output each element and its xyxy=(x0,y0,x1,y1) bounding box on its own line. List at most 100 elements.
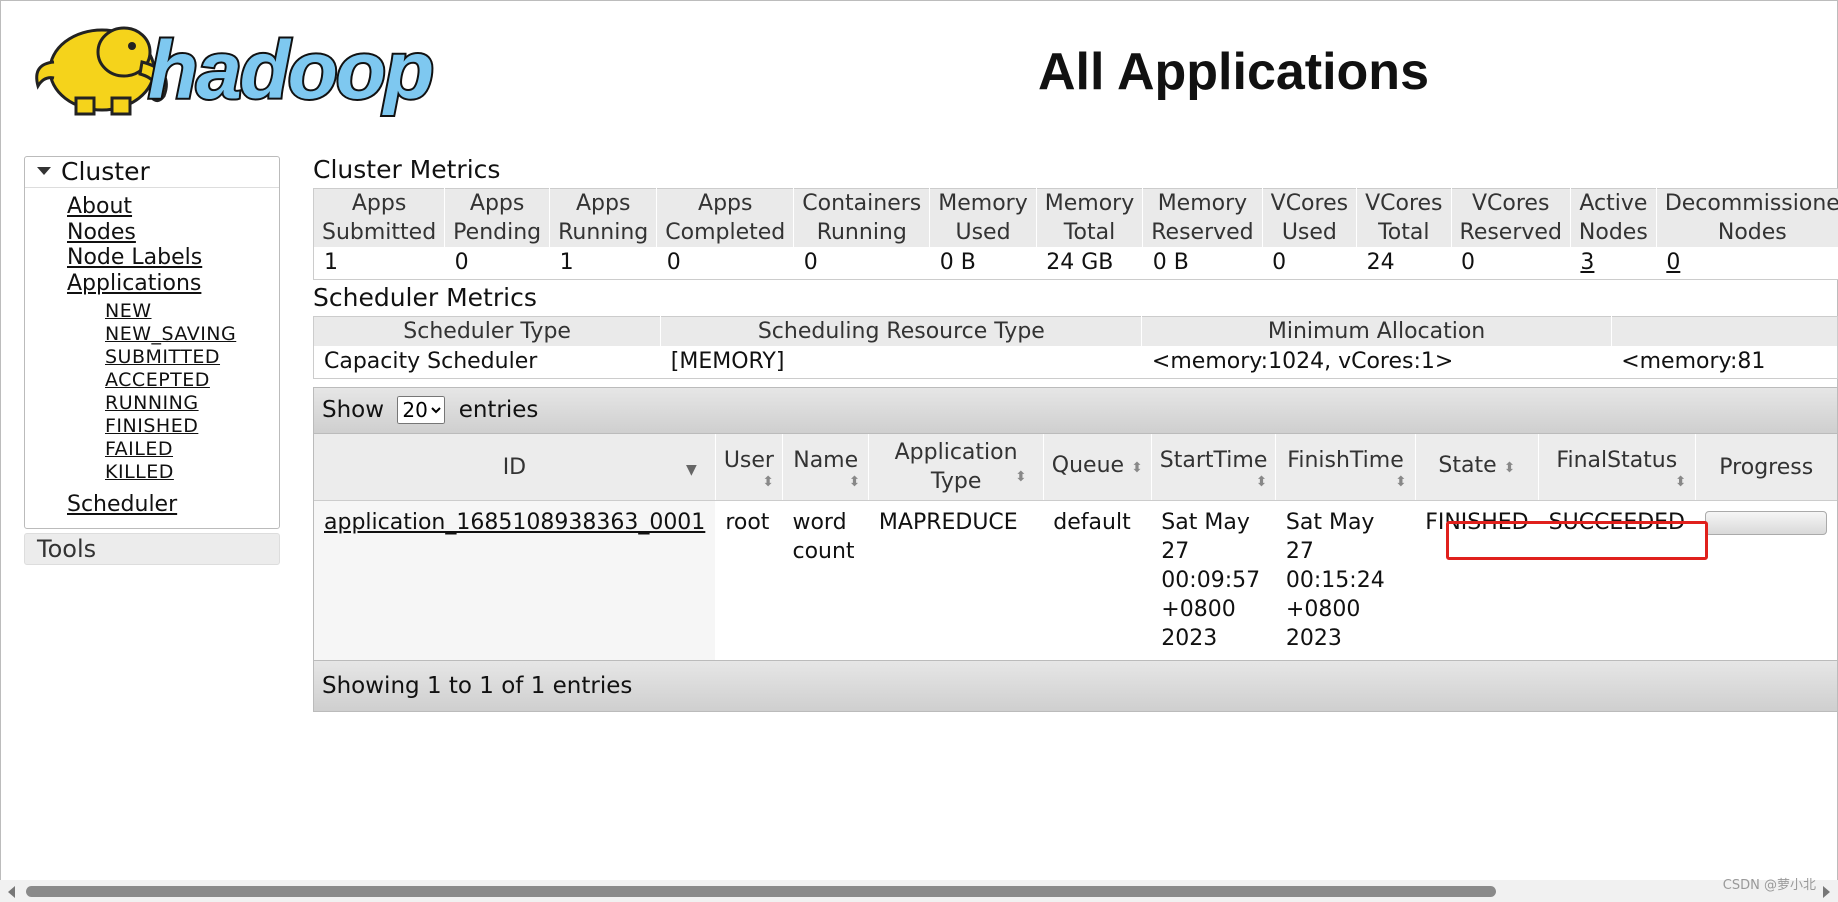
scheduler-header: Minimum Allocation xyxy=(1141,316,1612,346)
metric-vcores-used: 0 xyxy=(1262,247,1357,280)
scheduler-header xyxy=(1611,316,1838,346)
hadoop-wordmark: hadoop xyxy=(148,25,432,116)
minimum-allocation: <memory:1024, vCores:1> xyxy=(1141,346,1612,379)
metric-header: VCores Reserved xyxy=(1451,188,1571,247)
hadoop-logo: hadoop xyxy=(24,12,476,124)
metric-containers-running: 0 xyxy=(793,247,930,280)
sidebar-item-scheduler[interactable]: Scheduler xyxy=(67,492,177,517)
metric-header: Active Nodes xyxy=(1570,188,1657,247)
app-type: MAPREDUCE xyxy=(868,500,1044,660)
application-id-link[interactable]: application_1685108938363_0001 xyxy=(324,510,705,535)
sidebar-item-about[interactable]: About xyxy=(67,194,132,219)
scheduling-resource-type: [MEMORY] xyxy=(660,346,1142,379)
tools-label: Tools xyxy=(37,534,97,563)
app-start-time: Sat May 27 00:09:57 +0800 2023 xyxy=(1151,500,1276,660)
sort-icon: ⬍ xyxy=(848,473,861,490)
metric-vcores-total: 24 xyxy=(1356,247,1452,280)
metric-header: VCores Total xyxy=(1356,188,1452,247)
cluster-nav: Cluster About Nodes Node Labels Applicat… xyxy=(24,156,280,529)
scheduler-header: Scheduler Type xyxy=(313,316,662,346)
highlight-box xyxy=(1446,521,1708,560)
main-content: Cluster Metrics Apps Submitted Apps Pendin… xyxy=(313,152,1838,712)
sort-icon: ⬍ xyxy=(1255,473,1268,490)
decommissioned-nodes-link[interactable]: 0 xyxy=(1666,250,1680,275)
column-header-user[interactable]: User ⬍ xyxy=(715,434,783,501)
horizontal-scrollbar[interactable] xyxy=(0,880,1838,902)
scheduler-type: Capacity Scheduler xyxy=(313,346,661,379)
sort-icon: ⬍ xyxy=(1015,469,1027,485)
column-header-finalstatus[interactable]: FinalStatus ⬍ xyxy=(1538,434,1696,501)
column-header-state[interactable]: State ⬍ xyxy=(1415,434,1540,501)
apps-toolbar: Show 20 entries xyxy=(314,388,1837,434)
column-header-application-type[interactable]: Application Type ⬍ xyxy=(868,434,1044,501)
progress-bar xyxy=(1705,511,1827,535)
maximum-allocation: <memory:81 xyxy=(1611,346,1838,379)
scheduler-metrics-title: Scheduler Metrics xyxy=(313,283,537,312)
app-finish-time: Sat May 27 00:15:24 +0800 2023 xyxy=(1275,500,1416,660)
cluster-metrics-title: Cluster Metrics xyxy=(313,155,501,184)
cluster-toggle[interactable]: Cluster xyxy=(25,157,279,188)
metric-apps-running: 1 xyxy=(549,247,657,280)
sidebar-item-nodes[interactable]: Nodes xyxy=(67,220,136,245)
cluster-label: Cluster xyxy=(61,157,150,186)
metric-header: Memory Total xyxy=(1036,188,1144,247)
column-header-queue[interactable]: Queue ⬍ xyxy=(1043,434,1152,501)
show-label: Show xyxy=(322,397,385,423)
metric-vcores-reserved: 0 xyxy=(1451,247,1571,280)
cluster-metrics-table: Apps Submitted Apps Pending Apps Running Ap… xyxy=(313,188,1838,280)
metric-header: VCores Used xyxy=(1262,188,1358,247)
page-title: All Applications xyxy=(1038,43,1429,101)
sort-icon: ⬍ xyxy=(1674,473,1687,490)
metric-apps-submitted: 1 xyxy=(313,247,445,280)
sidebar-state-new-saving[interactable]: NEW_SAVING xyxy=(105,323,236,345)
column-header-name[interactable]: Name ⬍ xyxy=(782,434,870,501)
metric-header: Apps Pending xyxy=(444,188,551,247)
collapse-triangle-icon xyxy=(37,167,51,175)
scheduler-metrics-table: Scheduler Type Scheduling Resource Type … xyxy=(313,316,1838,379)
metric-header: Apps Completed xyxy=(656,188,795,247)
column-header-starttime[interactable]: StartTime ⬍ xyxy=(1151,434,1277,501)
metric-memory-total: 24 GB xyxy=(1036,247,1143,280)
sidebar-state-running[interactable]: RUNNING xyxy=(105,392,199,414)
sort-icon: ⬍ xyxy=(762,473,774,490)
scroll-right-icon[interactable] xyxy=(1823,886,1830,898)
metric-header: Decommissione Nodes xyxy=(1656,188,1838,247)
active-nodes-link[interactable]: 3 xyxy=(1580,250,1594,275)
sidebar-item-applications[interactable]: Applications xyxy=(67,271,201,296)
metric-header: Memory Used xyxy=(929,188,1037,247)
sidebar-state-submitted[interactable]: SUBMITTED xyxy=(105,346,220,368)
metric-apps-pending: 0 xyxy=(444,247,550,280)
cluster-links: About Nodes Node Labels Applications NEW… xyxy=(25,188,279,528)
watermark: CSDN @萝小北 xyxy=(1722,878,1816,893)
column-header-id[interactable]: ID ▼ xyxy=(314,434,716,501)
metric-header: Apps Submitted xyxy=(313,188,446,247)
app-queue: default xyxy=(1043,500,1152,660)
sidebar: Cluster About Nodes Node Labels Applicat… xyxy=(24,156,280,565)
scroll-left-icon[interactable] xyxy=(8,886,15,898)
metric-memory-used: 0 B xyxy=(929,247,1037,280)
sidebar-state-new[interactable]: NEW xyxy=(105,300,152,322)
app-state-links: NEW NEW_SAVING SUBMITTED ACCEPTED RUNNIN… xyxy=(67,300,279,484)
metric-header: Memory Reserved xyxy=(1142,188,1263,247)
metric-header: Apps Running xyxy=(549,188,658,247)
sidebar-state-failed[interactable]: FAILED xyxy=(105,438,173,460)
app-user: root xyxy=(715,500,783,660)
sidebar-state-accepted[interactable]: ACCEPTED xyxy=(105,369,210,391)
sort-icon: ⬍ xyxy=(1394,473,1407,490)
column-header-progress[interactable]: Progress xyxy=(1695,434,1837,501)
entries-label: entries xyxy=(458,397,539,423)
tools-toggle[interactable]: Tools xyxy=(24,532,280,565)
scrollbar-thumb[interactable] xyxy=(26,886,1496,897)
app-name: word count xyxy=(782,500,869,660)
metric-memory-reserved: 0 B xyxy=(1142,247,1263,280)
column-header-finishtime[interactable]: FinishTime ⬍ xyxy=(1275,434,1416,501)
table-info: Showing 1 to 1 of 1 entries xyxy=(314,660,1837,711)
page-size-select[interactable]: 20 xyxy=(397,396,446,424)
metric-header: Containers Running xyxy=(793,188,931,247)
sidebar-state-finished[interactable]: FINISHED xyxy=(105,415,198,437)
scheduler-header: Scheduling Resource Type xyxy=(660,316,1143,346)
elephant-icon xyxy=(35,26,168,116)
sidebar-state-killed[interactable]: KILLED xyxy=(105,461,174,483)
metric-apps-completed: 0 xyxy=(656,247,794,280)
sidebar-item-node-labels[interactable]: Node Labels xyxy=(67,245,202,270)
